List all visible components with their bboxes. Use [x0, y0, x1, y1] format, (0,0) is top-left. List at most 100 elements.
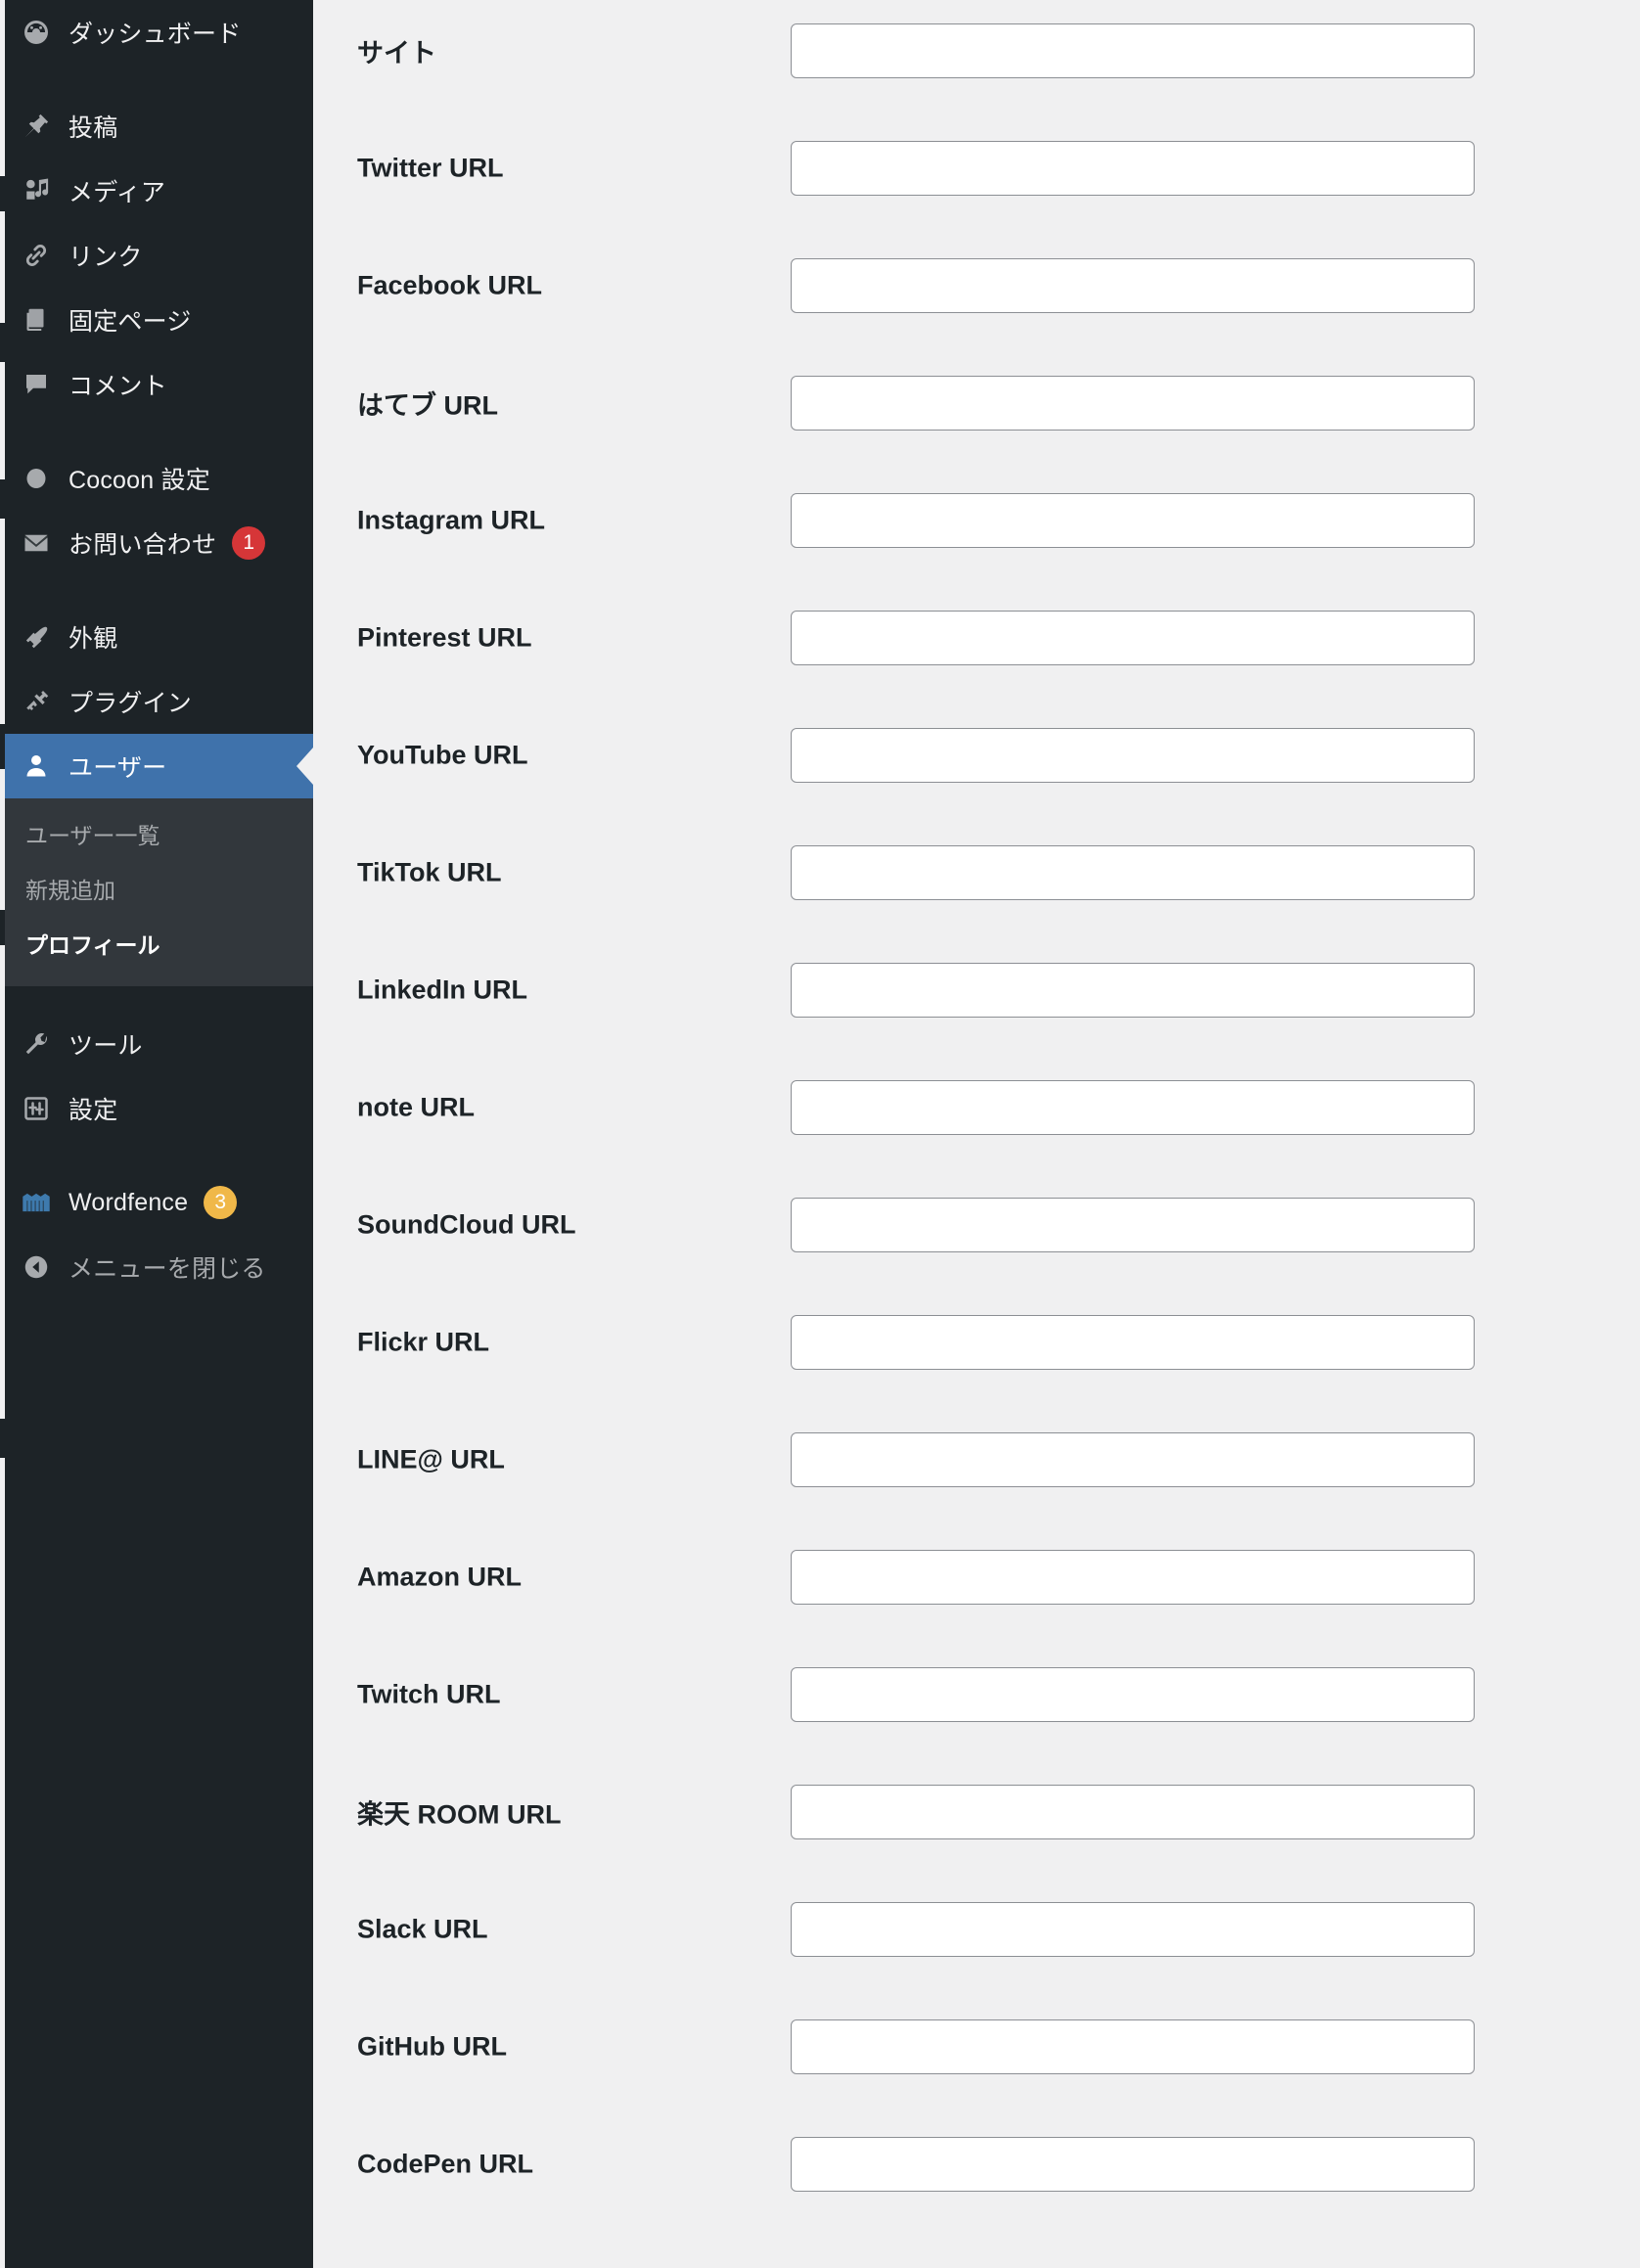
sidebar-item-label: Cocoon 設定: [68, 467, 210, 494]
field-input[interactable]: [791, 1785, 1475, 1839]
comments-bubble-icon: [18, 366, 55, 403]
sidebar-subitem-profile[interactable]: プロフィール: [0, 918, 313, 973]
form-row: 楽天 ROOM URL: [313, 1753, 1640, 1871]
field-input[interactable]: [791, 258, 1475, 313]
sidebar-item-label: ツール: [68, 1032, 143, 1060]
form-row: Twitch URL: [313, 1636, 1640, 1753]
plugins-plug-icon: [18, 683, 55, 720]
field-input[interactable]: [791, 728, 1475, 783]
wordfence-castle-icon: [18, 1184, 55, 1221]
sidebar-item-label: プラグイン: [68, 690, 193, 717]
status-badge: 3: [204, 1186, 238, 1219]
pages-icon: [18, 301, 55, 339]
status-badge: 1: [232, 526, 266, 560]
admin-page: ダッシュボード 投稿 メディア リンク 固定ページ コメント Cocoon 設定…: [0, 0, 1640, 2268]
sidebar-item-contact[interactable]: お問い合わせ 1: [0, 511, 313, 575]
field-input[interactable]: [791, 2019, 1475, 2074]
posts-pin-icon: [18, 108, 55, 145]
form-row: GitHub URL: [313, 1988, 1640, 2106]
field-label: Instagram URL: [357, 505, 546, 535]
sidebar-item-label: Wordfence: [68, 1188, 189, 1216]
form-row: Twitter URL: [313, 110, 1640, 227]
field-label: Slack URL: [357, 1914, 488, 1944]
field-label: CodePen URL: [357, 2149, 534, 2179]
sidebar-item-label: お問い合わせ: [68, 531, 217, 559]
field-label: SoundCloud URL: [357, 1209, 576, 1240]
field-input[interactable]: [791, 141, 1475, 196]
field-input[interactable]: [791, 2137, 1475, 2192]
field-input[interactable]: [791, 1315, 1475, 1370]
form-row: LINE@ URL: [313, 1401, 1640, 1519]
form-row: Facebook URL: [313, 227, 1640, 344]
field-input[interactable]: [791, 963, 1475, 1018]
sidebar-item-tools[interactable]: ツール: [0, 1012, 313, 1076]
sidebar-divider: [0, 575, 313, 605]
sidebar-item-cocoon-settings[interactable]: Cocoon 設定: [0, 446, 313, 511]
field-label: 楽天 ROOM URL: [357, 1799, 562, 1830]
field-input[interactable]: [791, 611, 1475, 665]
sidebar-item-pages[interactable]: 固定ページ: [0, 288, 313, 352]
sidebar-item-label: リンク: [68, 244, 143, 271]
field-input[interactable]: [791, 1667, 1475, 1722]
sidebar-subitem-user-list[interactable]: ユーザー一覧: [0, 808, 313, 863]
sidebar-subitem-add-new[interactable]: 新規追加: [0, 863, 313, 918]
sidebar-item-links[interactable]: リンク: [0, 223, 313, 288]
field-label: GitHub URL: [357, 2031, 507, 2062]
sidebar-item-label: ユーザー: [68, 754, 167, 782]
sidebar-item-wordfence[interactable]: Wordfence 3: [0, 1170, 313, 1235]
field-input[interactable]: [791, 1198, 1475, 1252]
admin-sidebar: ダッシュボード 投稿 メディア リンク 固定ページ コメント Cocoon 設定…: [0, 0, 313, 2268]
field-label: はてブ URL: [357, 390, 498, 421]
field-label: Twitch URL: [357, 1679, 501, 1709]
sidebar-item-settings[interactable]: 設定: [0, 1076, 313, 1141]
users-person-icon: [18, 748, 55, 785]
sidebar-item-appearance[interactable]: 外観: [0, 605, 313, 669]
collapse-menu-icon: [18, 1248, 55, 1286]
sidebar-item-comments[interactable]: コメント: [0, 352, 313, 417]
sidebar-item-media[interactable]: メディア: [0, 159, 313, 223]
field-input[interactable]: [791, 1080, 1475, 1135]
tools-wrench-icon: [18, 1025, 55, 1063]
field-input[interactable]: [791, 1902, 1475, 1957]
sidebar-item-label: 設定: [68, 1097, 118, 1124]
field-label: Pinterest URL: [357, 622, 532, 653]
form-row: LinkedIn URL: [313, 931, 1640, 1049]
sidebar-item-posts[interactable]: 投稿: [0, 94, 313, 159]
edge-artifact: [0, 1419, 5, 1458]
form-row: はてブ URL: [313, 344, 1640, 462]
form-row: Amazon URL: [313, 1519, 1640, 1636]
sidebar-submenu-users: ユーザー一覧 新規追加 プロフィール: [0, 798, 313, 986]
form-row: Slack URL: [313, 1871, 1640, 1988]
sidebar-item-users[interactable]: ユーザー: [0, 734, 313, 798]
sidebar-item-collapse-menu[interactable]: メニューを閉じる: [0, 1235, 313, 1299]
sidebar-item-label: メディア: [68, 179, 166, 206]
field-input[interactable]: [791, 23, 1475, 78]
profile-social-links-form: サイト Twitter URL Facebook URL はてブ URL Instagr…: [313, 0, 1640, 2268]
field-input[interactable]: [791, 376, 1475, 431]
field-label: note URL: [357, 1092, 475, 1122]
sidebar-divider: [0, 986, 313, 1012]
field-label: LINE@ URL: [357, 1444, 505, 1474]
sidebar-item-label: コメント: [68, 373, 167, 400]
form-row: Pinterest URL: [313, 579, 1640, 697]
sidebar-divider: [0, 417, 313, 446]
sidebar-item-plugins[interactable]: プラグイン: [0, 669, 313, 734]
appearance-brush-icon: [18, 618, 55, 656]
form-row: Flickr URL: [313, 1284, 1640, 1401]
form-row: Instagram URL: [313, 462, 1640, 579]
field-input[interactable]: [791, 493, 1475, 548]
form-row: CodePen URL: [313, 2106, 1640, 2223]
field-input[interactable]: [791, 845, 1475, 900]
edge-artifact: [0, 323, 5, 362]
field-label: サイト: [357, 38, 436, 68]
sidebar-item-label: 投稿: [68, 114, 118, 142]
field-label: TikTok URL: [357, 857, 502, 887]
edge-artifact: [0, 724, 5, 769]
sidebar-item-label: 固定ページ: [68, 308, 192, 336]
links-chain-icon: [18, 237, 55, 274]
mail-envelope-icon: [18, 524, 55, 562]
field-input[interactable]: [791, 1432, 1475, 1487]
field-input[interactable]: [791, 1550, 1475, 1605]
field-label: LinkedIn URL: [357, 975, 527, 1005]
sidebar-item-dashboard[interactable]: ダッシュボード: [0, 0, 313, 65]
